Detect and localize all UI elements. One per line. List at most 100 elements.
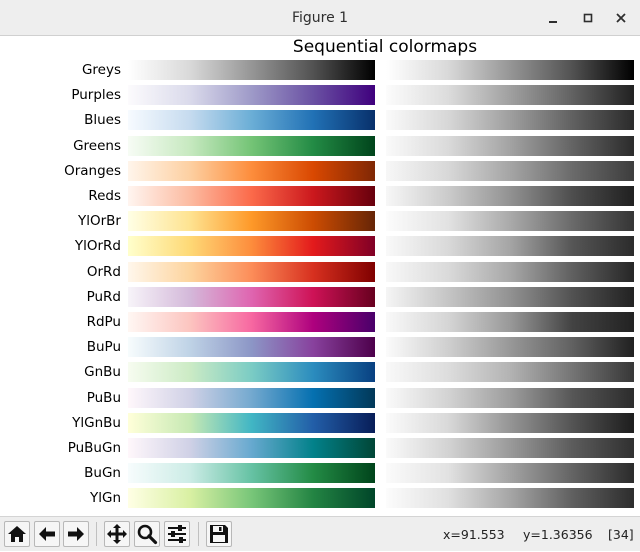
colormap-row-bupu: BuPu [0,337,640,357]
floppy-disk-icon [210,525,228,543]
close-icon [616,13,626,23]
colormap-gradient [128,362,375,382]
colormap-label: BuPu [86,339,121,355]
colormap-grayscale-gradient [386,110,634,130]
back-button[interactable] [34,521,60,547]
colormap-label: OrRd [86,264,121,280]
colormap-label: YlGn [89,490,121,506]
figure-canvas[interactable]: Sequential colormaps Greys Purples Blues Gr… [0,36,640,516]
colormap-row-greys: Greys [0,60,640,80]
close-button[interactable] [611,8,631,28]
arrow-left-icon [39,527,55,541]
colormap-row-ylgnbu: YlGnBu [0,413,640,433]
cursor-value-readout: [34] [608,527,634,542]
colormap-label: BuGn [84,465,121,481]
colormap-gradient [128,388,375,408]
colormap-label: Greys [81,62,121,78]
minimize-button[interactable] [543,8,563,28]
colormap-row-pubugn: PuBuGn [0,438,640,458]
colormap-row-ylorrd: YlOrRd [0,236,640,256]
colormap-grayscale-gradient [386,488,634,508]
colormap-grayscale-gradient [386,312,634,332]
colormap-row-greens: Greens [0,136,640,156]
colormap-label: PuBuGn [67,440,121,456]
window-titlebar: Figure 1 [0,0,640,36]
colormap-row-oranges: Oranges [0,161,640,181]
configure-subplots-button[interactable] [164,521,190,547]
colormap-grayscale-gradient [386,362,634,382]
sliders-icon [168,525,186,543]
colormap-gradient [128,488,375,508]
colormap-label: Reds [88,188,121,204]
colormap-gradient [128,186,375,206]
toolbar-separator [198,522,199,546]
colormap-grayscale-gradient [386,186,634,206]
colormap-label: GnBu [84,364,121,380]
colormap-grayscale-gradient [386,413,634,433]
colormap-label: Greens [73,138,121,154]
toolbar-separator [96,522,97,546]
colormap-label: RdPu [86,314,121,330]
colormap-row-reds: Reds [0,186,640,206]
colormap-gradient [128,211,375,231]
colormap-row-rdpu: RdPu [0,312,640,332]
colormap-label: YlGnBu [72,415,121,431]
colormap-gradient [128,136,375,156]
colormap-gradient [128,161,375,181]
pan-button[interactable] [104,521,130,547]
colormap-gradient [128,85,375,105]
colormap-grayscale-gradient [386,388,634,408]
colormap-grayscale-gradient [386,136,634,156]
colormap-grayscale-gradient [386,236,634,256]
home-button[interactable] [4,521,30,547]
colormap-gradient [128,438,375,458]
colormap-gradient [128,60,375,80]
colormap-label: YlOrBr [78,213,121,229]
zoom-button[interactable] [134,521,160,547]
colormap-label: Oranges [64,163,121,179]
colormap-row-orrd: OrRd [0,262,640,282]
colormap-row-purples: Purples [0,85,640,105]
colormap-row-bugn: BuGn [0,463,640,483]
colormap-gradient [128,236,375,256]
home-icon [8,526,26,542]
colormap-gradient [128,312,375,332]
colormap-gradient [128,337,375,357]
colormap-label: Blues [84,112,121,128]
colormap-row-ylgn: YlGn [0,488,640,508]
maximize-icon [583,13,593,23]
move-icon [107,524,127,544]
magnifier-icon [137,524,158,545]
colormap-grayscale-gradient [386,262,634,282]
colormap-label: PuRd [86,289,121,305]
colormap-gradient [128,413,375,433]
colormap-row-ylorbr: YlOrBr [0,211,640,231]
colormap-label: YlOrRd [74,238,121,254]
colormap-grayscale-gradient [386,161,634,181]
colormap-grayscale-gradient [386,438,634,458]
forward-button[interactable] [63,521,89,547]
colormap-label: Purples [71,87,121,103]
colormap-row-gnbu: GnBu [0,362,640,382]
colormap-gradient [128,110,375,130]
colormap-grayscale-gradient [386,85,634,105]
colormap-grayscale-gradient [386,287,634,307]
colormap-grayscale-gradient [386,211,634,231]
cursor-x-readout: x=91.553 [443,527,505,542]
colormap-gradient [128,463,375,483]
navigation-toolbar: x=91.553 y=1.36356 [34] [0,516,640,551]
colormap-grayscale-gradient [386,463,634,483]
arrow-right-icon [68,527,84,541]
colormap-label: PuBu [86,390,121,406]
maximize-button[interactable] [578,8,598,28]
colormap-gradient [128,262,375,282]
cursor-y-readout: y=1.36356 [523,527,593,542]
colormap-grayscale-gradient [386,60,634,80]
minimize-icon [549,21,557,23]
colormap-gradient [128,287,375,307]
colormap-row-pubu: PuBu [0,388,640,408]
figure-title: Sequential colormaps [292,37,478,57]
colormap-grayscale-gradient [386,337,634,357]
save-button[interactable] [206,521,232,547]
colormap-row-blues: Blues [0,110,640,130]
